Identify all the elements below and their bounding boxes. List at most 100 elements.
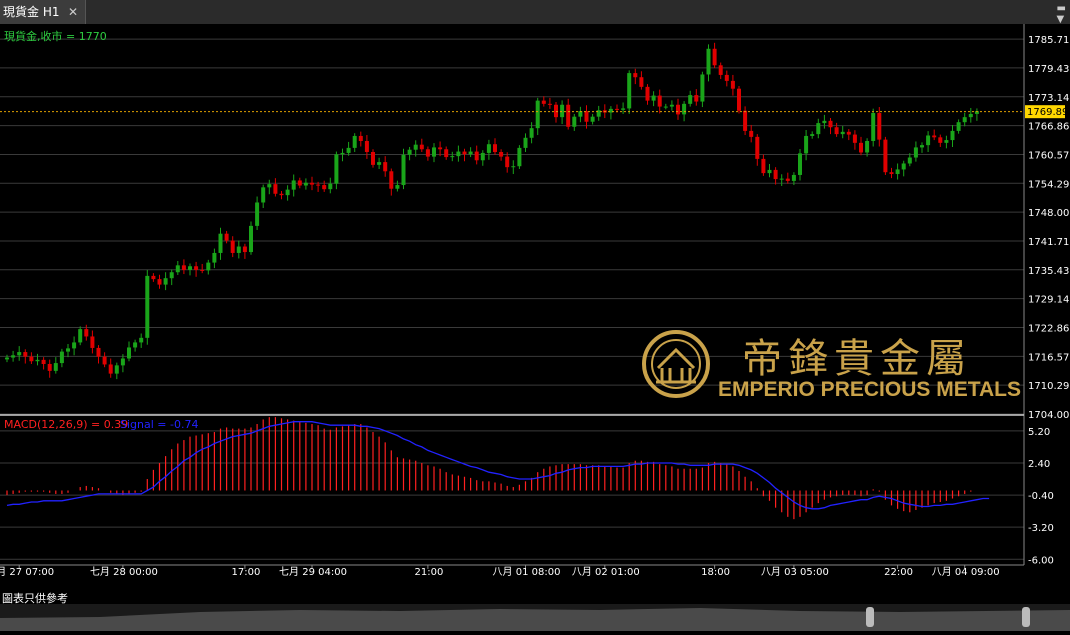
candle-body	[383, 162, 388, 172]
candle-body	[926, 135, 931, 146]
candle-body	[859, 142, 863, 153]
scroll-handle-left[interactable]	[866, 607, 874, 627]
candle-body	[895, 169, 900, 175]
candle-body	[639, 77, 644, 87]
menu-arrow-icon[interactable]: ▬ ▼	[1057, 3, 1066, 25]
candle-body	[950, 130, 955, 141]
candle-body	[389, 171, 394, 189]
candle-body	[566, 104, 571, 127]
candle-body	[364, 141, 369, 153]
chart-scrollbar[interactable]	[0, 604, 1070, 631]
candle-body	[822, 120, 827, 124]
candle-body	[169, 272, 174, 279]
candle-body	[816, 123, 821, 135]
candle-body	[175, 265, 180, 273]
time-tick-label: 七月 28 00:00	[90, 566, 158, 578]
time-tick-label: 22:00	[884, 567, 913, 578]
candle-body	[255, 202, 260, 226]
candle-body	[108, 364, 113, 374]
macd-histogram	[6, 417, 972, 520]
candle-body	[322, 185, 327, 190]
macd-tick-label: 2.40	[1028, 459, 1050, 470]
candle-body	[651, 95, 656, 101]
candle-body	[90, 336, 95, 348]
candle-body	[47, 363, 52, 371]
price-tick-label: 1766.86	[1028, 122, 1069, 133]
candle-body	[139, 337, 144, 343]
chart-area: 帝鋒貴金屬 EMPERIO PRECIOUS METALS 1769.89 現貨…	[0, 24, 1069, 578]
candle-body	[547, 103, 552, 105]
candle-body	[773, 169, 778, 180]
candle-body	[419, 144, 424, 150]
candle-body	[273, 184, 278, 194]
candle-body	[316, 184, 321, 186]
candle-body	[84, 329, 89, 337]
candle-body	[828, 120, 833, 128]
candle-body	[468, 151, 473, 155]
candle-body	[657, 95, 662, 107]
candle-body	[694, 95, 699, 102]
candle-body	[737, 88, 741, 111]
candle-body	[224, 233, 229, 241]
candle-body	[913, 147, 918, 158]
time-tick-label: 八月 02 01:00	[572, 566, 640, 578]
candle-body	[572, 116, 577, 127]
candle-body	[791, 174, 796, 181]
candle-body	[425, 149, 430, 157]
candle-body	[303, 182, 308, 186]
candle-body	[41, 359, 46, 364]
candle-body	[968, 113, 973, 118]
candle-body	[371, 152, 375, 165]
candle-body	[188, 266, 192, 270]
candle-body	[17, 352, 22, 356]
price-tick-label: 1773.14	[1028, 93, 1069, 104]
candle-body	[767, 169, 772, 174]
macd-tick-label: -0.40	[1028, 491, 1054, 502]
candle-body	[779, 178, 784, 180]
tab-title: 現貨金 H1	[3, 5, 60, 19]
candle-body	[53, 363, 58, 371]
candle-body	[23, 352, 28, 357]
candle-body	[474, 151, 479, 161]
candle-body	[621, 108, 626, 110]
time-tick-label: 18:00	[701, 567, 730, 578]
candle-body	[541, 100, 546, 104]
candle-body	[334, 154, 339, 184]
tab-bar: 現貨金 H1 ✕ ▬ ▼	[0, 0, 1070, 25]
candle-body	[749, 130, 754, 137]
candle-body	[615, 108, 619, 110]
time-tick-label: 八月 03 05:00	[761, 566, 829, 578]
candle-body	[249, 225, 253, 253]
candle-body	[456, 151, 461, 157]
candle-body	[310, 182, 314, 185]
candle-body	[462, 151, 467, 155]
candle-body	[267, 184, 272, 188]
price-tick-label: 1710.29	[1028, 381, 1069, 392]
candle-body	[120, 358, 125, 366]
candle-body	[218, 233, 223, 253]
price-tick-label: 1704.00	[1028, 410, 1069, 421]
candle-body	[846, 131, 851, 135]
candle-body	[181, 265, 186, 270]
candle-body	[785, 178, 790, 181]
chart-tab[interactable]: 現貨金 H1 ✕	[0, 0, 86, 24]
candle-body	[279, 193, 284, 196]
price-tick-label: 1722.86	[1028, 323, 1069, 334]
current-price-label: 1769.89	[1027, 107, 1068, 118]
signal-line	[6, 421, 990, 510]
candle-body	[956, 122, 961, 131]
candle-body	[358, 135, 363, 141]
candle-body	[743, 110, 748, 131]
candle-body	[590, 116, 595, 122]
candle-body	[413, 144, 418, 150]
candle-body	[901, 163, 906, 170]
price-panel-title: 現貨金,收市 = 1770	[4, 29, 107, 43]
close-icon[interactable]: ✕	[68, 0, 78, 24]
candle-body	[194, 266, 199, 270]
candle-body	[59, 351, 64, 364]
candle-body	[511, 166, 516, 168]
scroll-preview	[0, 608, 1070, 631]
scroll-handle-right[interactable]	[1022, 607, 1030, 627]
candle-body	[889, 172, 894, 175]
candle-body	[810, 134, 815, 136]
